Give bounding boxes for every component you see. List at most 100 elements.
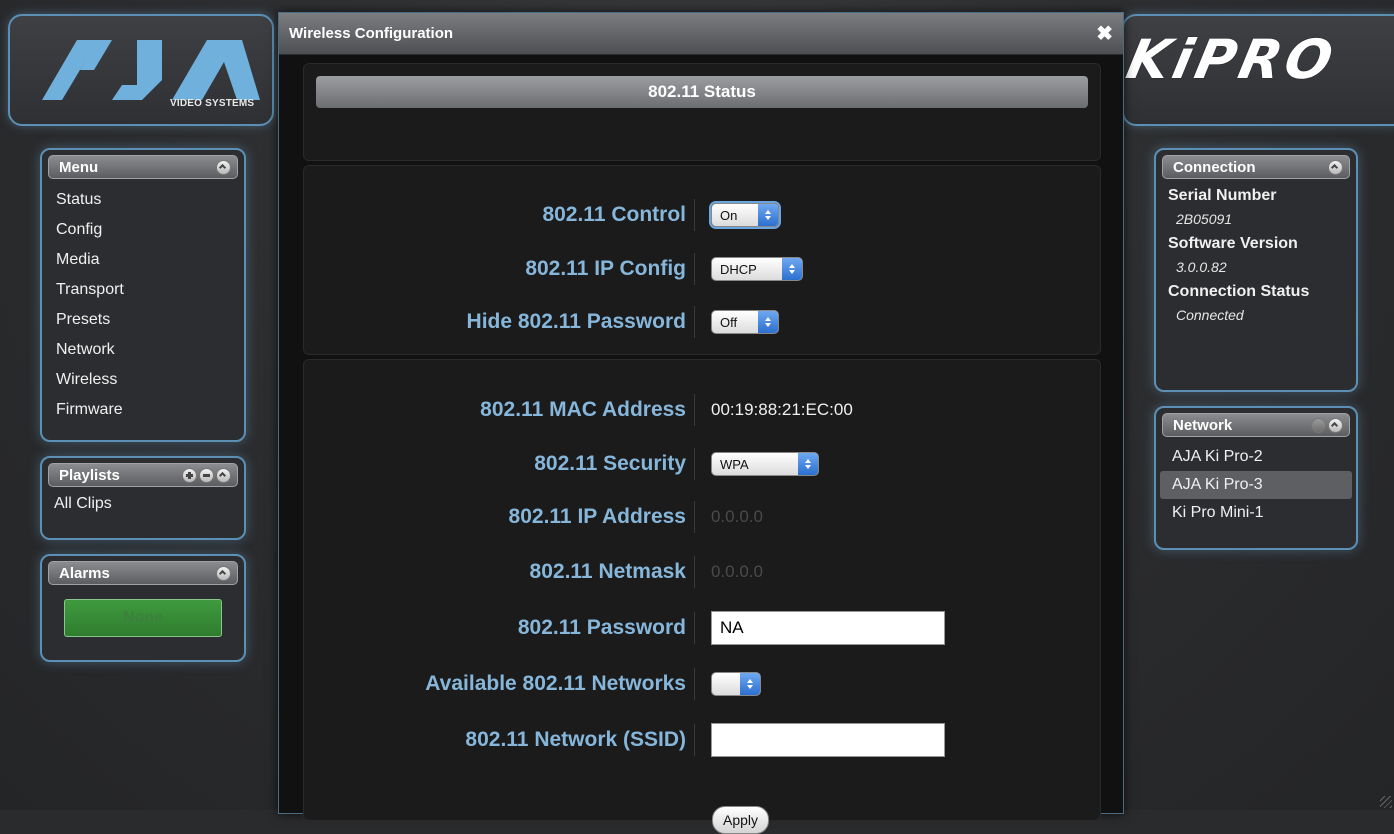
aja-logo-panel: VIDEO SYSTEMS bbox=[8, 14, 274, 126]
software-version-value: 3.0.0.82 bbox=[1176, 259, 1227, 275]
network-item[interactable]: AJA Ki Pro-2 bbox=[1160, 443, 1352, 471]
security-label: 802.11 Security bbox=[534, 452, 686, 475]
mac-address-label: 802.11 MAC Address bbox=[480, 398, 686, 421]
ipconfig-row: 802.11 IP Config DHCP bbox=[304, 249, 1100, 289]
menu-item-firmware[interactable]: Firmware bbox=[56, 395, 244, 425]
divider bbox=[694, 448, 695, 480]
menu-header: Menu bbox=[48, 155, 238, 179]
netmask-label: 802.11 Netmask bbox=[529, 560, 686, 583]
select-arrows-icon bbox=[758, 311, 778, 333]
available-networks-row: Available 802.11 Networks bbox=[304, 664, 1100, 704]
connection-status-label: Connection Status bbox=[1168, 283, 1310, 300]
available-networks-label: Available 802.11 Networks bbox=[425, 672, 686, 695]
connection-panel: Connection Serial Number 2B05091 Softwar… bbox=[1154, 148, 1358, 392]
menu-item-network[interactable]: Network bbox=[56, 335, 244, 365]
playlists-header: Playlists bbox=[48, 463, 238, 487]
refresh-icon[interactable] bbox=[1311, 418, 1326, 434]
remove-playlist-icon[interactable] bbox=[199, 468, 214, 484]
playlist-item-all-clips[interactable]: All Clips bbox=[54, 489, 244, 519]
alarms-title: Alarms bbox=[59, 564, 110, 582]
network-header: Network bbox=[1162, 413, 1350, 437]
ssid-row: 802.11 Network (SSID) bbox=[304, 720, 1100, 760]
connection-title: Connection bbox=[1173, 158, 1256, 176]
apply-button[interactable]: Apply bbox=[712, 806, 770, 834]
status-section-header: 802.11 Status bbox=[316, 76, 1088, 108]
ip-address-value: 0.0.0.0 bbox=[711, 507, 763, 526]
menu-item-media[interactable]: Media bbox=[56, 245, 244, 275]
collapse-icon[interactable] bbox=[216, 565, 231, 581]
menu-item-config[interactable]: Config bbox=[56, 215, 244, 245]
menu-item-transport[interactable]: Transport bbox=[56, 275, 244, 305]
network-panel: Network AJA Ki Pro-2 AJA Ki Pro-3 Ki Pro… bbox=[1154, 406, 1358, 550]
collapse-icon[interactable] bbox=[1328, 159, 1343, 175]
software-version-label: Software Version bbox=[1168, 235, 1298, 252]
collapse-icon[interactable] bbox=[216, 159, 231, 175]
close-icon[interactable]: ✖ bbox=[1096, 21, 1113, 46]
network-item-selected[interactable]: AJA Ki Pro-3 bbox=[1160, 471, 1352, 499]
divider bbox=[694, 501, 695, 533]
divider bbox=[694, 668, 695, 700]
logo-subtitle: VIDEO SYSTEMS bbox=[170, 98, 255, 109]
wireless-config-dialog: Wireless Configuration ✖ 802.11 Status 8… bbox=[278, 12, 1124, 834]
dialog-title: Wireless Configuration bbox=[289, 25, 454, 42]
serial-number-value: 2B05091 bbox=[1176, 211, 1233, 227]
netmask-value: 0.0.0.0 bbox=[711, 562, 763, 581]
security-select[interactable]: WPA bbox=[711, 452, 819, 476]
collapse-icon[interactable] bbox=[1328, 418, 1343, 434]
connection-header: Connection bbox=[1162, 155, 1350, 179]
alarms-panel: Alarms None bbox=[40, 554, 246, 662]
control-section: 802.11 Control On 802.11 IP Config DHCP … bbox=[303, 165, 1101, 355]
password-input[interactable]: NA bbox=[711, 611, 945, 645]
hide-password-row: Hide 802.11 Password Off bbox=[304, 302, 1100, 342]
ipconfig-select-value: DHCP bbox=[720, 261, 757, 277]
alarm-status-indicator: None bbox=[64, 599, 222, 637]
details-section: 802.11 MAC Address 00:19:88:21:EC:00 802… bbox=[303, 359, 1101, 834]
ssid-input[interactable] bbox=[711, 723, 945, 757]
network-list: AJA Ki Pro-2 AJA Ki Pro-3 Ki Pro Mini-1 bbox=[1156, 443, 1356, 527]
password-label: 802.11 Password bbox=[517, 616, 686, 639]
control-select[interactable]: On bbox=[711, 203, 779, 227]
security-select-value: WPA bbox=[720, 456, 749, 472]
ipconfig-label: 802.11 IP Config bbox=[525, 257, 686, 280]
playlists-list: All Clips bbox=[42, 489, 244, 519]
hide-password-select[interactable]: Off bbox=[711, 310, 779, 334]
mac-address-value: 00:19:88:21:EC:00 bbox=[711, 400, 853, 419]
divider bbox=[694, 253, 695, 285]
menu-panel: Menu Status Config Media Transport Prese… bbox=[40, 148, 246, 442]
resize-grip-icon[interactable] bbox=[1380, 796, 1392, 808]
network-item[interactable]: Ki Pro Mini-1 bbox=[1160, 499, 1352, 527]
control-row: 802.11 Control On bbox=[304, 195, 1100, 235]
collapse-icon[interactable] bbox=[216, 468, 231, 484]
hide-password-select-value: Off bbox=[720, 314, 738, 330]
select-arrows-icon bbox=[798, 453, 818, 475]
divider bbox=[694, 306, 695, 338]
status-section: 802.11 Status bbox=[303, 63, 1101, 161]
network-title: Network bbox=[1173, 416, 1233, 434]
ssid-label: 802.11 Network (SSID) bbox=[465, 728, 686, 751]
select-arrows-icon bbox=[740, 673, 760, 695]
divider bbox=[694, 394, 695, 426]
dialog-titlebar: Wireless Configuration ✖ bbox=[279, 13, 1123, 55]
control-select-value: On bbox=[720, 207, 738, 223]
menu-item-presets[interactable]: Presets bbox=[56, 305, 244, 335]
menu-item-wireless[interactable]: Wireless bbox=[56, 365, 244, 395]
add-playlist-icon[interactable] bbox=[182, 468, 197, 484]
control-label: 802.11 Control bbox=[542, 203, 686, 226]
playlists-title: Playlists bbox=[59, 466, 120, 484]
ipconfig-select[interactable]: DHCP bbox=[711, 257, 803, 281]
divider bbox=[694, 199, 695, 231]
security-row: 802.11 Security WPA bbox=[304, 444, 1100, 484]
kipro-logo: KiPRO bbox=[1121, 28, 1343, 91]
playlists-panel: Playlists All Clips bbox=[40, 456, 246, 540]
ip-address-row: 802.11 IP Address 0.0.0.0 bbox=[304, 497, 1100, 537]
netmask-row: 802.11 Netmask 0.0.0.0 bbox=[304, 552, 1100, 592]
select-arrows-icon bbox=[758, 204, 778, 226]
divider bbox=[694, 612, 695, 644]
menu-list: Status Config Media Transport Presets Ne… bbox=[42, 185, 244, 425]
password-row: 802.11 Password NA bbox=[304, 608, 1100, 648]
menu-item-status[interactable]: Status bbox=[56, 185, 244, 215]
mac-row: 802.11 MAC Address 00:19:88:21:EC:00 bbox=[304, 390, 1100, 430]
alarms-header: Alarms bbox=[48, 561, 238, 585]
serial-number-label: Serial Number bbox=[1168, 187, 1277, 204]
available-networks-select[interactable] bbox=[711, 672, 761, 696]
